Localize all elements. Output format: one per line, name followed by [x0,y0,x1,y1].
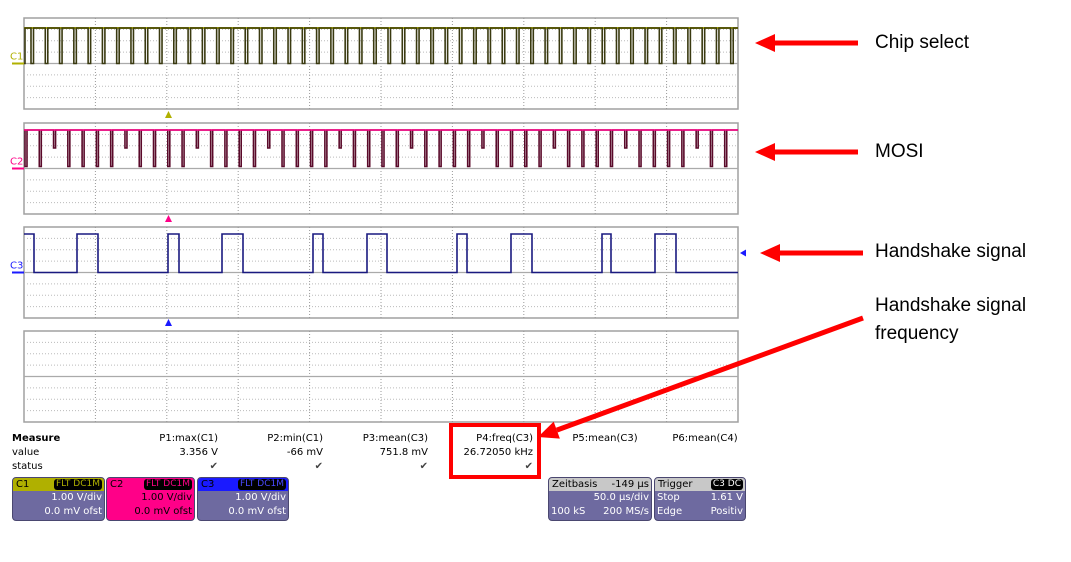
channel-coupling-flt: FLT [145,479,161,489]
measure-param-value: 3.356 V [179,447,218,458]
timebase-tdiv: 50.0 µs/div [593,492,649,503]
annotation-mosi: MOSI [875,141,924,162]
trigger-source: C3 [712,479,725,489]
c2-marker: C2 [10,157,23,168]
measure-param-value: 751.8 mV [379,447,428,458]
channel-box-c2[interactable]: C2 FLT DC1M 1.00 V/div 0.0 mV ofst [106,477,195,521]
annotation-freq-line1: Handshake signal [875,295,1027,316]
annotation-chip-select: Chip select [875,32,969,53]
annotation-handshake: Handshake signal [875,241,1027,262]
measure-param-name[interactable]: P6:mean(C4) [650,433,760,444]
measure-status-label: status [12,461,43,472]
measure-param-name[interactable]: P5:mean(C3) [550,433,660,444]
trigger-type: Edge [657,506,683,517]
channel-vdiv: 1.00 V/div [235,492,286,503]
measure-param-status: ✔ [419,461,428,472]
timebase-samples: 100 kS [551,506,586,517]
timebase-rate: 200 MS/s [603,506,649,517]
annotation-freq-line2: frequency [875,323,959,344]
freq-highlight-box [449,423,541,479]
c3-trigger-marker [165,319,172,326]
trigger-label: Trigger [658,479,693,490]
trigger-mode: Stop [657,492,680,503]
channel-offset: 0.0 mV ofst [228,506,286,517]
channel-offset: 0.0 mV ofst [134,506,192,517]
trigger-coupling: DC [727,479,741,489]
timebase-label: Zeitbasis [552,479,598,490]
measure-param-value: -66 mV [286,447,323,458]
measure-param-name[interactable]: P2:min(C1) [213,433,323,444]
c1-marker: C1 [10,52,23,63]
channel-id: C3 [201,479,215,490]
annotation-freq: Handshake signal frequency [875,292,1026,348]
mosi-arrow-icon [755,143,775,161]
channel-vdiv: 1.00 V/div [51,492,102,503]
c2-trigger-marker [165,215,172,222]
measure-param-status: ✔ [209,461,218,472]
trigger-slope: Positiv [710,506,743,517]
channel-coupling-dc: DC1M [73,479,100,489]
trigger-box[interactable]: Trigger C3 DC Stop 1.61 V Edge Positiv [654,477,746,521]
trigger-level: 1.61 V [710,492,743,503]
trigger-level-marker [740,249,746,257]
timebase-box[interactable]: Zeitbasis -149 µs 50.0 µs/div 100 kS 200 M… [548,477,652,521]
timebase-delay: -149 µs [611,479,649,490]
measure-param-name[interactable]: P3:mean(C3) [318,433,428,444]
measure-param-status: ✔ [314,461,323,472]
channel-coupling-flt: FLT [239,479,255,489]
channel-offset: 0.0 mV ofst [44,506,102,517]
measure-title: Measure [12,433,61,444]
handshake-arrow-icon [760,244,780,262]
channel-coupling-dc: DC1M [163,479,190,489]
channel-id: C1 [16,479,30,490]
c3-marker: C3 [10,261,23,272]
channel-vdiv: 1.00 V/div [141,492,192,503]
chip-select-arrow-icon [755,34,775,52]
channel-box-c3[interactable]: C3 FLT DC1M 1.00 V/div 0.0 mV ofst [197,477,289,521]
channel-coupling-dc: DC1M [257,479,284,489]
measure-param-name[interactable]: P1:max(C1) [108,433,218,444]
channel-coupling-flt: FLT [55,479,71,489]
channel-id: C2 [110,479,124,490]
channel-box-c1[interactable]: C1 FLT DC1M 1.00 V/div 0.0 mV ofst [12,477,105,521]
c1-trigger-marker [165,111,172,118]
measure-value-label: value [12,447,40,458]
